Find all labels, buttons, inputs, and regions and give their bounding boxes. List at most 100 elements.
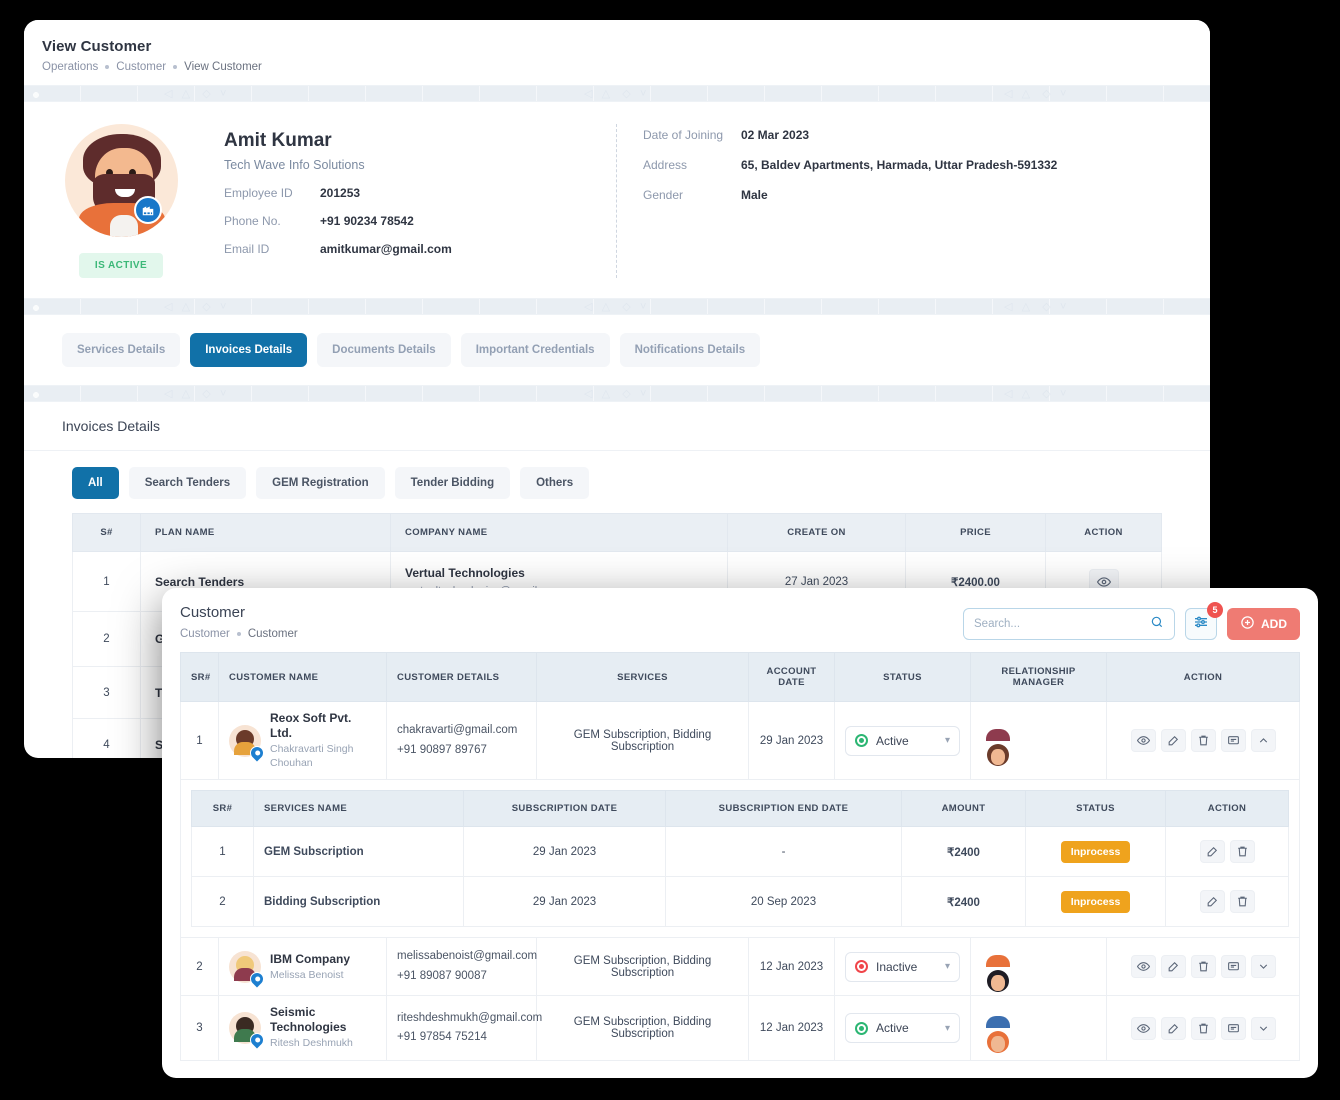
col-account-date: ACCOUNT DATE [749, 653, 835, 702]
cell-customer-name: Reox Soft Pvt. Ltd. Chakravarti Singh Ch… [219, 702, 387, 780]
cell-amount: ₹2400 [902, 877, 1026, 927]
customer-email: riteshdeshmukh@gmail.com [397, 1009, 526, 1029]
cell-sr: 1 [192, 827, 254, 877]
meta-label: Date of Joining [643, 128, 741, 142]
add-button[interactable]: ADD [1227, 608, 1300, 640]
comment-icon[interactable] [1221, 955, 1246, 978]
chevron-down-icon: ▾ [945, 1023, 950, 1034]
col-amount: AMOUNT [902, 791, 1026, 827]
trash-icon[interactable] [1191, 729, 1216, 752]
tab-documents-details[interactable]: Documents Details [317, 333, 451, 367]
tab-services-details[interactable]: Services Details [62, 333, 180, 367]
company-name: Seismic Technologies [270, 1005, 346, 1034]
chevron-down-icon[interactable] [1251, 955, 1276, 978]
customer-panel-header: Customer Customer Customer [162, 588, 1318, 652]
cell-start-date: 29 Jan 2023 [464, 877, 666, 927]
filter-chip-tender-bidding[interactable]: Tender Bidding [395, 467, 510, 499]
cell-sr: 2 [181, 938, 219, 996]
table-row[interactable]: 1 Reox Soft Pvt. Ltd. Chakravarti Singh … [181, 702, 1300, 780]
trash-icon[interactable] [1191, 955, 1216, 978]
col-create-on: CREATE ON [728, 514, 906, 552]
invoices-table-header-row: S# PLAN NAME COMPANY NAME CREATE ON PRIC… [73, 514, 1162, 552]
col-services-name: SERVICES NAME [254, 791, 464, 827]
col-action: ACTION [1166, 791, 1289, 827]
avatar [229, 951, 261, 983]
cell-start-date: 29 Jan 2023 [464, 827, 666, 877]
filter-chip-others[interactable]: Others [520, 467, 589, 499]
cell-end-date: 20 Sep 2023 [666, 877, 902, 927]
trash-icon[interactable] [1191, 1017, 1216, 1040]
cell-sr: 1 [181, 702, 219, 780]
cell-sn: 2 [73, 612, 141, 667]
filter-chip-search-tenders[interactable]: Search Tenders [129, 467, 246, 499]
cell-relationship-manager [971, 938, 1107, 996]
chevron-down-icon[interactable] [1251, 1017, 1276, 1040]
status-dropdown[interactable]: Inactive ▾ [845, 952, 960, 982]
cell-amount: ₹2400 [902, 827, 1026, 877]
edit-icon[interactable] [1200, 840, 1225, 863]
cell-actions [1166, 827, 1289, 877]
cell-actions [1107, 996, 1300, 1061]
meta-value: 65, Baldev Apartments, Harmada, Uttar Pr… [741, 158, 1057, 172]
decorative-pattern-strip: ◁ △ ◇ ˅ ◁ △ ◇ ˅ ◁ △ ◇ ˅ [24, 85, 1210, 102]
filter-count-badge: 5 [1207, 602, 1223, 618]
cell-customer-details: riteshdeshmukh@gmail.com +91 97854 75214 [387, 996, 537, 1061]
chevron-up-icon[interactable] [1251, 729, 1276, 752]
col-subscription-end-date: SUBSCRIPTION END DATE [666, 791, 902, 827]
table-row[interactable]: 3 Seismic Technologies Ritesh Deshmukh [181, 996, 1300, 1061]
cell-services: GEM Subscription, Bidding Subscription [537, 996, 749, 1061]
status-dropdown[interactable]: Active ▾ [845, 726, 960, 756]
status-badge: Inprocess [1061, 841, 1131, 863]
status-dropdown[interactable]: Active ▾ [845, 1013, 960, 1043]
chevron-down-icon: ▾ [945, 961, 950, 972]
field-label: Employee ID [224, 186, 320, 200]
breadcrumb-customer[interactable]: Customer [116, 61, 166, 73]
cell-customer-details: chakravarti@gmail.com +91 90897 89767 [387, 702, 537, 780]
edit-icon[interactable] [1200, 890, 1225, 913]
company-name: Vertual Technologies [405, 566, 713, 580]
col-status: STATUS [1026, 791, 1166, 827]
customer-profile: IS ACTIVE Amit Kumar Tech Wave Info Solu… [24, 102, 1210, 298]
status-inactive-icon [855, 960, 868, 973]
breadcrumb-view-customer: View Customer [184, 61, 262, 73]
expanded-detail-row: SR# SERVICES NAME SUBSCRIPTION DATE SUBS… [181, 780, 1300, 938]
trash-icon[interactable] [1230, 840, 1255, 863]
breadcrumb-operations[interactable]: Operations [42, 61, 98, 73]
filter-chip-gem-registration[interactable]: GEM Registration [256, 467, 384, 499]
customer-panel-toolbar: 5 ADD [963, 604, 1300, 640]
trash-icon[interactable] [1230, 890, 1255, 913]
edit-icon[interactable] [1161, 1017, 1186, 1040]
cell-sn: 3 [73, 667, 141, 719]
eye-icon[interactable] [1131, 729, 1156, 752]
search-box[interactable] [963, 608, 1175, 640]
page-title: View Customer [42, 38, 1192, 55]
customer-meta: Date of Joining 02 Mar 2023 Address 65, … [616, 124, 1188, 278]
field-value: +91 90234 78542 [320, 214, 414, 228]
edit-icon[interactable] [1161, 955, 1186, 978]
screen: View Customer Operations Customer View C… [0, 0, 1340, 1100]
cell-sr: 2 [192, 877, 254, 927]
subtable-row[interactable]: 2 Bidding Subscription 29 Jan 2023 20 Se… [192, 877, 1289, 927]
breadcrumb-customer-root[interactable]: Customer [180, 628, 230, 640]
customer-phone: +91 89087 90087 [397, 967, 526, 987]
cell-actions [1107, 702, 1300, 780]
eye-icon[interactable] [1131, 955, 1156, 978]
filter-button[interactable]: 5 [1185, 608, 1217, 640]
edit-icon[interactable] [1161, 729, 1186, 752]
comment-icon[interactable] [1221, 729, 1246, 752]
subtable-row[interactable]: 1 GEM Subscription 29 Jan 2023 - ₹2400 I… [192, 827, 1289, 877]
plus-circle-icon [1240, 615, 1255, 633]
tab-notifications-details[interactable]: Notifications Details [620, 333, 761, 367]
breadcrumb-separator-icon [237, 632, 241, 636]
filter-chip-all[interactable]: All [72, 467, 119, 499]
eye-icon[interactable] [1131, 1017, 1156, 1040]
comment-icon[interactable] [1221, 1017, 1246, 1040]
tab-invoices-details[interactable]: Invoices Details [190, 333, 307, 367]
search-input[interactable] [974, 618, 1150, 630]
table-row[interactable]: 2 IBM Company Melissa Benoist [181, 938, 1300, 996]
view-customer-header: View Customer Operations Customer View C… [24, 20, 1210, 85]
breadcrumb-customer-current: Customer [248, 628, 298, 640]
tab-important-credentials[interactable]: Important Credentials [461, 333, 610, 367]
cell-status: Inprocess [1026, 827, 1166, 877]
customer-panel: Customer Customer Customer [162, 588, 1318, 1078]
